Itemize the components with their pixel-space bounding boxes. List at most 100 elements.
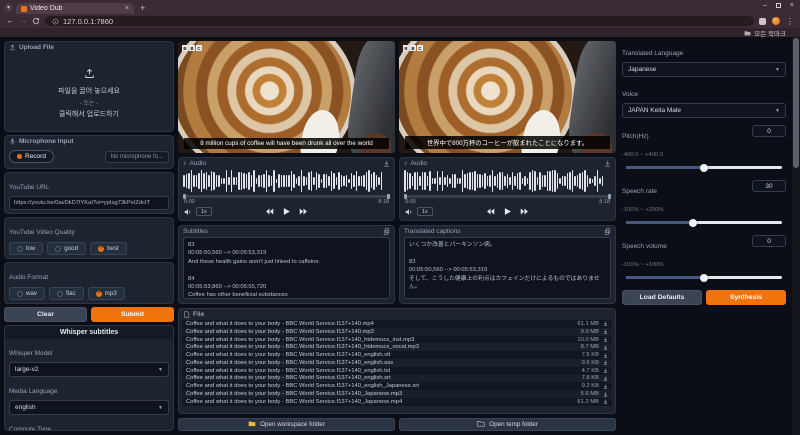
copy-icon[interactable]	[383, 228, 390, 235]
download-file-icon[interactable]	[603, 360, 608, 365]
download-audio-icon[interactable]	[383, 160, 390, 167]
open-temp-folder-button[interactable]: Open temp folder	[399, 418, 616, 431]
format-option-wav[interactable]: wav	[9, 287, 45, 300]
waveform-zoom-bar[interactable]	[183, 195, 390, 198]
download-file-icon[interactable]	[603, 399, 608, 404]
all-bookmarks-button[interactable]: 모든 북마크	[754, 28, 786, 38]
chevron-down-icon: ▼	[775, 108, 780, 114]
slider-handle[interactable]	[700, 164, 708, 172]
file-row[interactable]: Coffee and what it does to your body - B…	[182, 390, 612, 398]
download-file-icon[interactable]	[603, 353, 608, 358]
translated-captions-textarea[interactable]: いくつか改善とパーキンソン病。 83 00:05:50,560 --> 00:0…	[404, 237, 611, 299]
speech-rate-slider[interactable]	[626, 221, 782, 224]
dubbed-video-player[interactable]: B B C 世界中で800万杯のコーヒーが飲まれたことになります。	[399, 41, 616, 153]
subtitles-card: Subtitles 83 00:05:50,560 --> 00:05:53,3…	[178, 225, 395, 304]
reload-button[interactable]	[32, 17, 40, 25]
file-row[interactable]: Coffee and what it does to your body - B…	[182, 343, 612, 351]
file-row[interactable]: Coffee and what it does to your body - B…	[182, 375, 612, 383]
profile-avatar[interactable]	[772, 17, 780, 25]
skip-forward-icon[interactable]	[520, 207, 529, 216]
scrollbar-thumb[interactable]	[793, 38, 799, 168]
file-row[interactable]: Coffee and what it does to your body - B…	[182, 336, 612, 344]
file-name: Coffee and what it does to your body - B…	[186, 383, 578, 389]
download-file-icon[interactable]	[603, 392, 608, 397]
open-workspace-folder-button[interactable]: Open workspace folder	[178, 418, 395, 431]
quality-option-low[interactable]: low	[9, 242, 43, 255]
download-file-icon[interactable]	[603, 345, 608, 350]
speech-volume-slider[interactable]	[626, 276, 782, 279]
pitch-slider[interactable]	[626, 166, 782, 169]
back-button[interactable]: ←	[6, 17, 14, 25]
address-bar[interactable]: 127.0.0.1:7860	[45, 16, 754, 26]
whisper-model-select[interactable]: large-v2 ▼	[9, 362, 169, 377]
video-quality-card: YouTube Video Quality low good best	[4, 217, 174, 259]
site-info-icon[interactable]	[52, 18, 59, 25]
download-file-icon[interactable]	[603, 337, 608, 342]
file-row[interactable]: Coffee and what it does to your body - B…	[182, 359, 612, 367]
file-row[interactable]: Coffee and what it does to your body - B…	[182, 320, 612, 328]
skip-forward-icon[interactable]	[299, 207, 308, 216]
clear-button[interactable]: Clear	[4, 307, 87, 322]
download-file-icon[interactable]	[603, 329, 608, 334]
format-option-mp3[interactable]: mp3	[88, 287, 125, 300]
file-dropzone[interactable]: 파일을 끌어 놓으세요 - 또는 - 클릭해서 업로드하기	[5, 53, 173, 131]
skip-back-icon[interactable]	[486, 207, 495, 216]
audio-waveform[interactable]	[404, 169, 611, 193]
extensions-icon[interactable]	[759, 18, 766, 25]
quality-option-good[interactable]: good	[47, 242, 86, 255]
microphone-header: Microphone Input	[19, 138, 74, 145]
speech-volume-input[interactable]: 0	[752, 235, 786, 247]
translated-language-select[interactable]: Japanese ▼	[622, 62, 786, 77]
file-row[interactable]: Coffee and what it does to your body - B…	[182, 351, 612, 359]
media-language-select[interactable]: english ▼	[9, 400, 169, 415]
browser-window: ▾ Video Dub × + – × ← → 127.0.0.1:7860	[0, 0, 800, 435]
file-row[interactable]: Coffee and what it does to your body - B…	[182, 328, 612, 336]
source-audio-card: ♪ Audio 0:00 8:18	[178, 157, 395, 221]
download-file-icon[interactable]	[603, 384, 608, 389]
speech-rate-input[interactable]: 30	[752, 180, 786, 192]
radio-icon	[17, 246, 23, 252]
file-row[interactable]: Coffee and what it does to your body - B…	[182, 398, 612, 406]
file-row[interactable]: Coffee and what it does to your body - B…	[182, 382, 612, 390]
subtitles-textarea[interactable]: 83 00:05:50,560 --> 00:05:53,319 And the…	[183, 237, 390, 299]
pitch-input[interactable]: 0	[752, 125, 786, 137]
new-tab-button[interactable]: +	[140, 3, 145, 13]
download-file-icon[interactable]	[603, 368, 608, 373]
format-option-flac[interactable]: flac	[49, 287, 84, 300]
file-name: Coffee and what it does to your body - B…	[186, 368, 578, 374]
microphone-select[interactable]: No microphone fo...	[105, 151, 169, 163]
close-window-button[interactable]: ×	[790, 2, 794, 9]
minimize-button[interactable]: –	[763, 2, 767, 9]
youtube-url-input[interactable]: https://youtu.be/0avDkD7lYKaI?si=ypIsg73…	[9, 196, 169, 210]
forward-button[interactable]: →	[19, 17, 27, 25]
menu-icon[interactable]: ⋮	[786, 17, 794, 26]
file-row[interactable]: Coffee and what it does to your body - B…	[182, 367, 612, 375]
record-button[interactable]: Record	[9, 150, 54, 163]
tab-search-icon[interactable]: ▾	[4, 3, 13, 12]
voice-select[interactable]: JAPAN Keita Male ▼	[622, 103, 786, 118]
url-text: 127.0.0.1:7860	[63, 17, 113, 26]
source-video-player[interactable]: B B C 8 million cups of coffee will have…	[178, 41, 395, 153]
maximize-button[interactable]	[776, 3, 781, 8]
time-total: 8:18	[599, 199, 610, 205]
audio-waveform[interactable]	[183, 169, 390, 193]
quality-option-best[interactable]: best	[90, 242, 127, 255]
synthesis-button[interactable]: Synthesis	[706, 290, 786, 305]
tab-close-icon[interactable]: ×	[125, 5, 129, 12]
page-scrollbar[interactable]	[792, 37, 800, 435]
download-file-icon[interactable]	[603, 376, 608, 381]
download-file-icon[interactable]	[603, 321, 608, 326]
slider-handle[interactable]	[689, 219, 697, 227]
tab-video-dub[interactable]: Video Dub ×	[16, 3, 134, 14]
tts-load-defaults-button[interactable]: Load Defaults	[622, 290, 702, 305]
download-audio-icon[interactable]	[604, 160, 611, 167]
play-icon[interactable]	[503, 207, 512, 216]
waveform-zoom-bar[interactable]	[404, 195, 611, 198]
skip-back-icon[interactable]	[265, 207, 274, 216]
play-icon[interactable]	[282, 207, 291, 216]
copy-icon[interactable]	[604, 228, 611, 235]
slider-handle[interactable]	[700, 274, 708, 282]
file-size: 61.1 MB	[577, 321, 599, 327]
translated-captions-label: Translated captions	[404, 228, 461, 235]
submit-button[interactable]: Submit	[91, 307, 174, 322]
